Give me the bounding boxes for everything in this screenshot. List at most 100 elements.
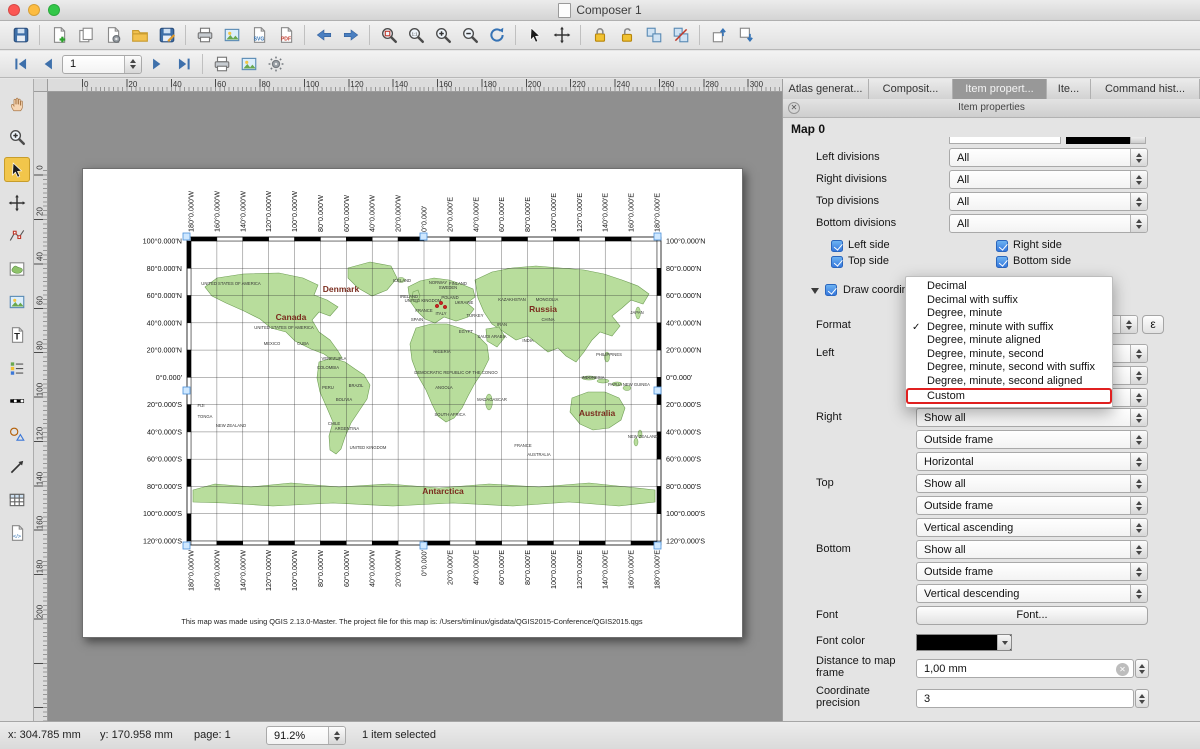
lower-selected-items-button[interactable] [733, 23, 758, 47]
window-title-area: Composer 1 [0, 0, 1200, 20]
menu-item-degree-minute-with-suffix[interactable]: ✓Degree, minute with suffix [906, 321, 1112, 335]
left-side-checkbox[interactable] [831, 240, 843, 252]
right-side-checkbox[interactable] [996, 240, 1008, 252]
bottom-direction-select[interactable]: Vertical descending [916, 584, 1148, 603]
menu-item-degree-minute[interactable]: Degree, minute [906, 307, 1112, 321]
bottom-show-select[interactable]: Show all [916, 540, 1148, 559]
distance-to-map-frame-input[interactable]: 1,00 mm✕ [916, 659, 1134, 678]
add-image-button[interactable] [4, 289, 30, 314]
bottom-divisions-select[interactable]: All [949, 214, 1148, 233]
refresh-view-button[interactable] [484, 23, 509, 47]
add-new-scalebar-button[interactable] [4, 388, 30, 413]
tab-atlas-generat-[interactable]: Atlas generat... [783, 79, 869, 99]
zoom-tool-button[interactable] [4, 124, 30, 149]
tab-command-hist-[interactable]: Command hist... [1091, 79, 1200, 99]
right-show-select[interactable]: Show all [916, 408, 1148, 427]
data-defined-override-button[interactable]: ε [1142, 315, 1164, 334]
composition-canvas[interactable]: 180°0.000'W180°0.000'W160°0.000'W160°0.0… [48, 92, 782, 721]
font-button[interactable]: Font... [916, 606, 1148, 625]
menu-item-degree-minute-aligned[interactable]: Degree, minute aligned [906, 334, 1112, 348]
save-as-template-button[interactable] [154, 23, 179, 47]
add-arrow-button[interactable] [4, 454, 30, 479]
edit-nodes-tool-button[interactable] [4, 223, 30, 248]
add-new-map-button[interactable] [4, 256, 30, 281]
tab-ite-[interactable]: Ite... [1047, 79, 1091, 99]
font-color-swatch[interactable] [916, 634, 1012, 651]
top-show-select[interactable]: Show all [916, 474, 1148, 493]
top-position-select[interactable]: Outside frame [916, 496, 1148, 515]
menu-item-decimal-with-suffix[interactable]: Decimal with suffix [906, 294, 1112, 308]
new-composer-button[interactable] [46, 23, 71, 47]
export-as-svg-button[interactable]: SVG [246, 23, 271, 47]
distance-spinner[interactable] [1135, 659, 1149, 678]
export-as-pdf-button[interactable]: PDF [273, 23, 298, 47]
menu-item-degree-minute-second-aligned[interactable]: Degree, minute, second aligned [906, 375, 1112, 389]
clear-icon[interactable]: ✕ [1116, 663, 1129, 676]
atlas-feature-number-combo-value: 1 [70, 58, 76, 70]
zoom-actual-button[interactable]: 1:1 [403, 23, 428, 47]
lock-selected-items-button[interactable] [587, 23, 612, 47]
move-item-content-tool-button[interactable] [4, 190, 30, 215]
v-ruler-label: 100 [36, 379, 45, 399]
zoom-out-button[interactable] [457, 23, 482, 47]
atlas-last-feature-button[interactable] [171, 52, 196, 76]
composer-page[interactable]: 180°0.000'W180°0.000'W160°0.000'W160°0.0… [82, 168, 743, 638]
collapse-icon[interactable] [811, 288, 819, 294]
unlock-all-items-button[interactable] [614, 23, 639, 47]
atlas-first-feature-button[interactable] [8, 52, 33, 76]
undo-button[interactable] [311, 23, 336, 47]
move-item-content-button[interactable] [549, 23, 574, 47]
atlas-feature-number-combo[interactable]: 1 [62, 55, 142, 74]
top-side-checkbox[interactable] [831, 256, 843, 268]
top-direction-select[interactable]: Vertical ascending [916, 518, 1148, 537]
add-new-label-button[interactable]: T [4, 322, 30, 347]
cutoff-combo[interactable] [949, 137, 1061, 144]
group-items-button[interactable] [641, 23, 666, 47]
export-as-image-button[interactable] [219, 23, 244, 47]
duplicate-composer-button[interactable] [73, 23, 98, 47]
menu-item-custom[interactable]: Custom [906, 388, 1112, 404]
left-divisions-select[interactable]: All [949, 148, 1148, 167]
add-new-legend-button[interactable] [4, 355, 30, 380]
composer-manager-button[interactable] [100, 23, 125, 47]
precision-spinner[interactable] [1135, 689, 1149, 708]
ungroup-items-button[interactable] [668, 23, 693, 47]
add-basic-shape-button[interactable] [4, 421, 30, 446]
right-direction-select[interactable]: Horizontal [916, 452, 1148, 471]
menu-item-degree-minute-second[interactable]: Degree, minute, second [906, 348, 1112, 362]
top-label: Top [816, 477, 834, 489]
draw-coordinates-checkbox[interactable] [825, 284, 837, 296]
pan-tool-button[interactable] [4, 91, 30, 116]
tab-item-propert-[interactable]: Item propert... [953, 79, 1047, 99]
select-move-item-tool-button[interactable] [4, 157, 30, 182]
tab-composit-[interactable]: Composit... [869, 79, 953, 99]
zoom-full-button[interactable] [376, 23, 401, 47]
menu-item-degree-minute-second-with-suffix[interactable]: Degree, minute, second with suffix [906, 361, 1112, 375]
redo-button[interactable] [338, 23, 363, 47]
close-panel-icon[interactable]: ✕ [788, 102, 800, 114]
right-divisions-select[interactable]: All [949, 170, 1148, 189]
print-atlas-button[interactable] [209, 52, 234, 76]
atlas-previous-feature-button[interactable] [35, 52, 60, 76]
atlas-next-feature-button[interactable] [144, 52, 169, 76]
print-button[interactable] [192, 23, 217, 47]
svg-text:80°0.000'S: 80°0.000'S [666, 482, 701, 491]
add-html-frame-button[interactable]: </> [4, 520, 30, 545]
raise-selected-items-button[interactable] [706, 23, 731, 47]
right-position-select[interactable]: Outside frame [916, 430, 1148, 449]
cutoff-color-swatch[interactable] [1066, 137, 1130, 144]
save-project-button[interactable] [8, 23, 33, 47]
bottom-position-select[interactable]: Outside frame [916, 562, 1148, 581]
menu-item-decimal[interactable]: Decimal [906, 280, 1112, 294]
bottom-side-checkbox[interactable] [996, 256, 1008, 268]
atlas-settings-button[interactable] [263, 52, 288, 76]
zoom-level-select[interactable]: 91.2% [266, 726, 346, 745]
top-divisions-select[interactable]: All [949, 192, 1148, 211]
coordinate-precision-input[interactable]: 3 [916, 689, 1134, 708]
zoom-in-button[interactable] [430, 23, 455, 47]
add-attribute-table-button[interactable] [4, 487, 30, 512]
load-template-button[interactable] [127, 23, 152, 47]
select-move-item-button[interactable] [522, 23, 547, 47]
export-atlas-button[interactable] [236, 52, 261, 76]
map-item[interactable]: 180°0.000'W180°0.000'W160°0.000'W160°0.0… [83, 169, 742, 637]
